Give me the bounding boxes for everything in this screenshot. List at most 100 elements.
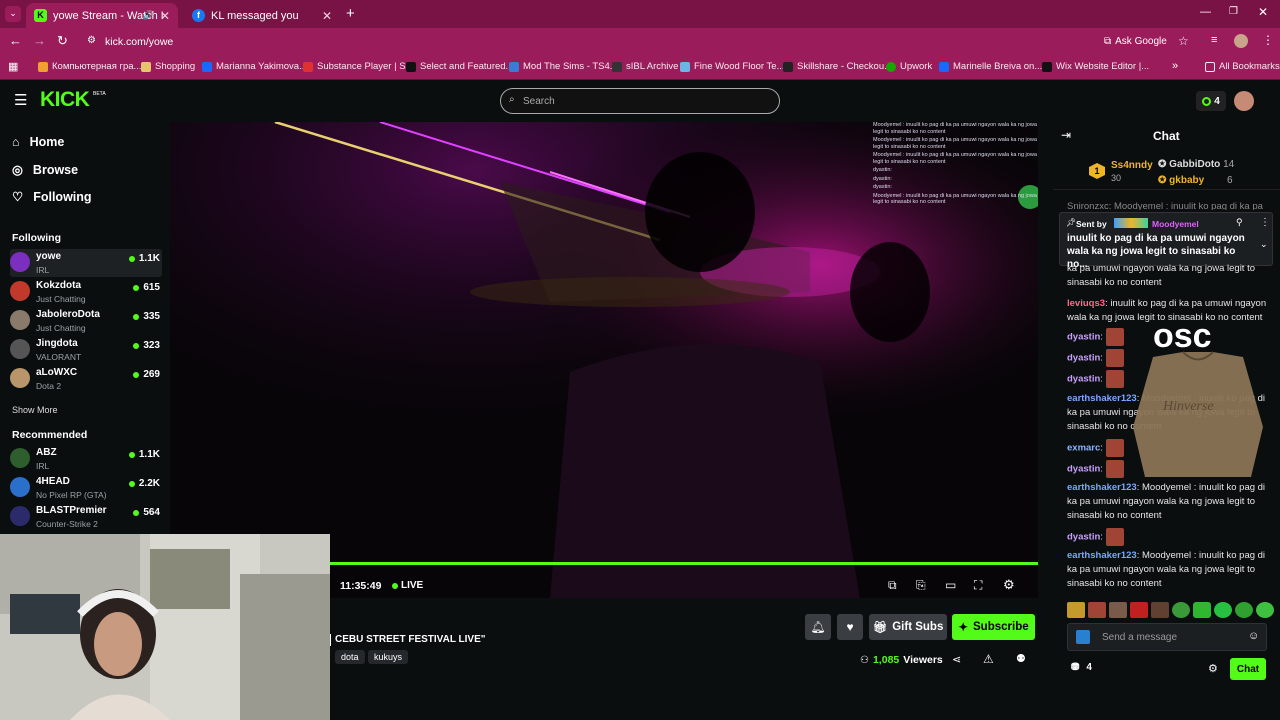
leaderboard-name[interactable]: ✪ GabbiDoto 14	[1158, 159, 1234, 170]
bookmark-item[interactable]: Select and Featured...	[406, 61, 513, 72]
bookmark-item[interactable]: Substance Player | S...	[303, 61, 413, 72]
kicks-balance-button[interactable]: 4	[1196, 91, 1226, 111]
emote-icon[interactable]	[1130, 602, 1148, 618]
emote-icon[interactable]	[1235, 602, 1253, 618]
tag-chip[interactable]: dota	[335, 650, 365, 664]
video-player[interactable]: Moodyemel : inuulit ko pag di ka pa umuw…	[170, 122, 1038, 598]
bookmark-item[interactable]: Shopping	[141, 61, 195, 72]
expand-chevron-icon[interactable]: ⌄	[1260, 239, 1268, 250]
all-bookmarks-button[interactable]: All Bookmarks	[1205, 61, 1280, 72]
leaderboard-name[interactable]: Ss4nndy	[1111, 160, 1153, 171]
notifications-button[interactable]: 🔔︎	[805, 614, 831, 640]
sidebar-channel[interactable]: Jingdota VALORANT 323	[10, 336, 162, 364]
show-more-link[interactable]: Show More	[12, 405, 58, 415]
clip-icon[interactable]: ⎘	[916, 578, 926, 593]
nav-following[interactable]: ♡ Following	[12, 189, 92, 205]
nav-home[interactable]: ⌂ Home	[12, 135, 64, 149]
apps-grid-icon[interactable]: ▦	[8, 60, 18, 73]
restore-icon[interactable]: ❐	[1229, 6, 1238, 17]
emote-icon[interactable]	[1193, 602, 1211, 618]
bookmark-star-icon[interactable]: ☆	[1178, 34, 1189, 48]
chat-input[interactable]: Send a message ☺	[1067, 623, 1267, 651]
bookmark-item[interactable]: Upwork	[886, 61, 932, 72]
tag-chip[interactable]: kukuys	[368, 650, 409, 664]
follow-button[interactable]: ♥	[837, 614, 863, 640]
reading-list-icon[interactable]: ≡	[1211, 34, 1217, 46]
pip-icon[interactable]: ⧉	[888, 578, 897, 593]
bookmark-item[interactable]: Компьютерная гра...	[38, 61, 141, 72]
gift-subs-button[interactable]: 🎁︎ Gift Subs	[869, 614, 947, 640]
search-input[interactable]: Search	[523, 96, 555, 107]
unpin-icon[interactable]: ⚲	[1236, 217, 1243, 228]
tab-facebook[interactable]: f KL messaged you ✕	[184, 3, 340, 28]
chat-settings-icon[interactable]: ⚙	[1208, 662, 1218, 675]
chat-username[interactable]: dyastin	[1067, 464, 1100, 475]
channel-points[interactable]: ⛃ 4	[1071, 662, 1092, 673]
tab-search-icon[interactable]: ⌄	[5, 6, 21, 22]
smiley-icon[interactable]: ☺	[1248, 630, 1259, 642]
fullscreen-icon[interactable]: ⛶	[974, 578, 982, 593]
profile-avatar[interactable]	[1234, 34, 1248, 48]
kick-logo[interactable]: KICK	[40, 88, 90, 112]
forward-icon[interactable]: →	[33, 33, 46, 48]
url-field[interactable]: kick.com/yowe	[105, 36, 173, 48]
chat-username[interactable]: exmarc	[1067, 443, 1100, 454]
profile-card-icon[interactable]: ⚉	[1016, 652, 1026, 665]
ask-google-button[interactable]: ⧉ Ask Google	[1104, 36, 1167, 47]
bookmark-item[interactable]: Skillshare - Checkou...	[783, 61, 892, 72]
sidebar-channel[interactable]: 4HEAD No Pixel RP (GTA) 2.2K	[10, 474, 162, 502]
chat-username[interactable]: dyastin	[1067, 332, 1100, 343]
bookmark-item[interactable]: Mod The Sims - TS4...	[509, 61, 618, 72]
chat-username[interactable]: dyastin	[1067, 353, 1100, 364]
search-bar[interactable]: ⌕ Search	[500, 88, 780, 114]
emote-icon[interactable]	[1109, 602, 1127, 618]
emote-icon[interactable]	[1151, 602, 1169, 618]
bookmark-item[interactable]: Marinelle Breiva on...	[939, 61, 1042, 72]
emote-icon[interactable]	[1172, 602, 1190, 618]
sidebar-channel[interactable]: BLASTPremier Counter-Strike 2 564	[10, 503, 162, 531]
share-icon[interactable]: ⋖	[952, 653, 961, 666]
close-window-icon[interactable]: ✕	[1258, 5, 1268, 19]
user-avatar[interactable]	[1234, 91, 1254, 111]
close-tab-icon[interactable]: ✕	[322, 9, 332, 23]
bookmark-item[interactable]: Wix Website Editor |...	[1042, 61, 1149, 72]
menu-dots-icon[interactable]: ⋮	[1262, 33, 1274, 47]
reload-icon[interactable]: ↻	[57, 33, 68, 49]
more-bookmarks-icon[interactable]: »	[1172, 60, 1178, 72]
send-chat-button[interactable]: Chat	[1230, 658, 1266, 680]
emote-icon[interactable]	[1256, 602, 1274, 618]
chat-username[interactable]: earthshaker123	[1067, 550, 1137, 561]
report-icon[interactable]: ⚠	[983, 652, 994, 666]
subscribe-button[interactable]: ✦ Subscribe	[952, 614, 1035, 640]
emote-picker-icon[interactable]	[1076, 630, 1090, 644]
playback-progress-bar[interactable]	[330, 562, 1038, 565]
sidebar-channel[interactable]: ABZ IRL 1.1K	[10, 445, 162, 473]
leaderboard-name[interactable]: ✪ gkbaby 6	[1158, 175, 1233, 186]
sidebar-channel[interactable]: aLoWXC Dota 2 269	[10, 365, 162, 393]
collapse-chat-icon[interactable]: ⇥	[1061, 128, 1071, 142]
new-tab-button[interactable]: +	[346, 5, 355, 22]
minimize-icon[interactable]: —	[1200, 6, 1211, 18]
emote-icon[interactable]	[1088, 602, 1106, 618]
bookmark-item[interactable]: Fine Wood Floor Te...	[680, 61, 784, 72]
nav-browse[interactable]: ◎ Browse	[12, 162, 78, 178]
sidebar-channel[interactable]: Kokzdota Just Chatting 615	[10, 278, 162, 306]
hamburger-menu-icon[interactable]: ☰	[14, 91, 27, 109]
theater-mode-icon[interactable]: ▭	[945, 578, 956, 592]
bookmark-item[interactable]: Marianna Yakimova...	[202, 61, 307, 72]
emote-icon[interactable]	[1067, 602, 1085, 618]
close-tab-icon[interactable]: ✕	[160, 9, 170, 23]
back-icon[interactable]: ←	[9, 33, 22, 48]
tab-kick[interactable]: K yowe Stream - Watch Live o 🔊 ✕	[26, 3, 178, 28]
settings-gear-icon[interactable]: ⚙	[1003, 577, 1015, 593]
chat-username[interactable]: dyastin	[1067, 532, 1100, 543]
sidebar-channel[interactable]: yowe IRL 1.1K	[10, 249, 162, 277]
chat-username[interactable]: dyastin	[1067, 374, 1100, 385]
bookmark-item[interactable]: sIBL Archive	[612, 61, 678, 72]
pinned-user[interactable]: Moodyemel	[1152, 219, 1199, 229]
emote-icon[interactable]	[1214, 602, 1232, 618]
site-info-icon[interactable]: ⚙	[87, 35, 96, 46]
chat-username[interactable]: leviuqs3	[1067, 298, 1105, 309]
sidebar-channel[interactable]: JaboleroDota Just Chatting 335	[10, 307, 162, 335]
pinned-menu-icon[interactable]: ⋮	[1260, 217, 1270, 228]
